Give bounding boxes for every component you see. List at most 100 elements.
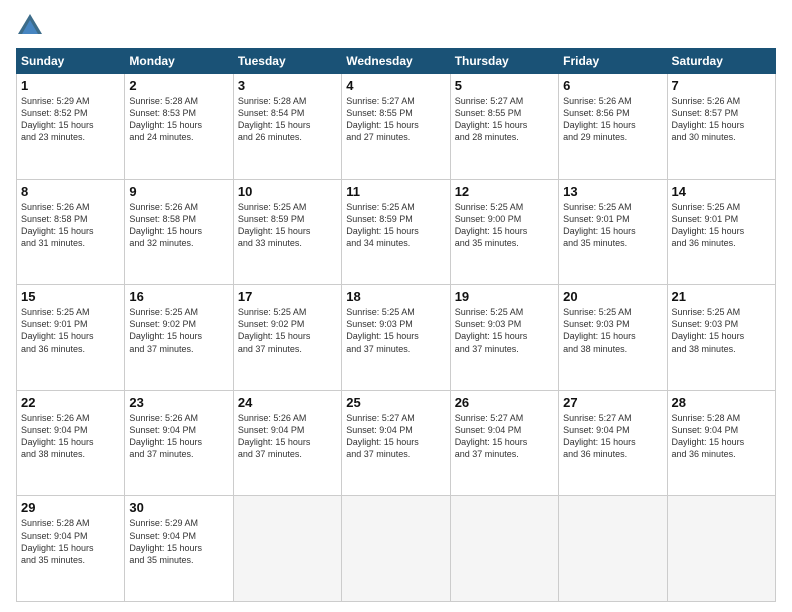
header-cell-friday: Friday — [559, 49, 667, 74]
calendar-cell: 20Sunrise: 5:25 AM Sunset: 9:03 PM Dayli… — [559, 285, 667, 391]
day-detail: Sunrise: 5:25 AM Sunset: 9:03 PM Dayligh… — [455, 306, 554, 355]
day-detail: Sunrise: 5:25 AM Sunset: 9:01 PM Dayligh… — [672, 201, 771, 250]
day-detail: Sunrise: 5:26 AM Sunset: 8:58 PM Dayligh… — [21, 201, 120, 250]
calendar-cell: 18 Sunrise: 5:25 AM Sunset: 9:03 PM Dayli… — [342, 285, 450, 391]
day-detail: Sunrise: 5:25 AM Sunset: 9:03 PM Dayligh… — [346, 306, 445, 355]
calendar-cell: 26Sunrise: 5:27 AM Sunset: 9:04 PM Dayli… — [450, 390, 558, 496]
day-detail: Sunrise: 5:25 AM Sunset: 9:02 PM Dayligh… — [238, 306, 337, 355]
day-detail: Sunrise: 5:26 AM Sunset: 8:58 PM Dayligh… — [129, 201, 228, 250]
calendar-cell: 9 Sunrise: 5:26 AM Sunset: 8:58 PM Daylig… — [125, 179, 233, 285]
calendar-cell: 8 Sunrise: 5:26 AM Sunset: 8:58 PM Daylig… — [17, 179, 125, 285]
day-number: 12 — [455, 184, 554, 199]
calendar-cell: 29 Sunrise: 5:28 AM Sunset: 9:04 PM Dayli… — [17, 496, 125, 602]
calendar-cell: 24 Sunrise: 5:26 AM Sunset: 9:04 PM Dayli… — [233, 390, 341, 496]
day-detail: Sunrise: 5:26 AM Sunset: 9:04 PM Dayligh… — [21, 412, 120, 461]
calendar-cell: 22 Sunrise: 5:26 AM Sunset: 9:04 PM Dayli… — [17, 390, 125, 496]
day-detail: Sunrise: 5:26 AM Sunset: 9:04 PM Dayligh… — [238, 412, 337, 461]
calendar-cell: 2 Sunrise: 5:28 AM Sunset: 8:53 PM Daylig… — [125, 74, 233, 180]
day-detail: Sunrise: 5:28 AM Sunset: 9:04 PM Dayligh… — [21, 517, 120, 566]
calendar-cell: 7 Sunrise: 5:26 AM Sunset: 8:57 PM Daylig… — [667, 74, 775, 180]
calendar-cell: 27 Sunrise: 5:27 AM Sunset: 9:04 PM Dayli… — [559, 390, 667, 496]
day-detail: Sunrise: 5:29 AM Sunset: 9:04 PM Dayligh… — [129, 517, 228, 566]
calendar-table: SundayMondayTuesdayWednesdayThursdayFrid… — [16, 48, 776, 602]
calendar-cell: 15Sunrise: 5:25 AM Sunset: 9:01 PM Dayli… — [17, 285, 125, 391]
calendar-week-0: 1 Sunrise: 5:29 AM Sunset: 8:52 PM Daylig… — [17, 74, 776, 180]
day-detail: Sunrise: 5:25 AM Sunset: 9:00 PM Dayligh… — [455, 201, 554, 250]
calendar-cell: 21 Sunrise: 5:25 AM Sunset: 9:03 PM Dayli… — [667, 285, 775, 391]
logo — [16, 12, 46, 40]
calendar-cell — [233, 496, 341, 602]
day-detail: Sunrise: 5:27 AM Sunset: 9:04 PM Dayligh… — [563, 412, 662, 461]
day-detail: Sunrise: 5:27 AM Sunset: 8:55 PM Dayligh… — [346, 95, 445, 144]
calendar-cell: 3 Sunrise: 5:28 AM Sunset: 8:54 PM Daylig… — [233, 74, 341, 180]
day-detail: Sunrise: 5:27 AM Sunset: 8:55 PM Dayligh… — [455, 95, 554, 144]
calendar-body: 1 Sunrise: 5:29 AM Sunset: 8:52 PM Daylig… — [17, 74, 776, 602]
day-number: 23 — [129, 395, 228, 410]
day-detail: Sunrise: 5:25 AM Sunset: 9:01 PM Dayligh… — [21, 306, 120, 355]
calendar-cell — [559, 496, 667, 602]
header-row: SundayMondayTuesdayWednesdayThursdayFrid… — [17, 49, 776, 74]
day-number: 27 — [563, 395, 662, 410]
calendar-cell — [667, 496, 775, 602]
day-number: 25 — [346, 395, 445, 410]
calendar-cell — [342, 496, 450, 602]
day-number: 13 — [563, 184, 662, 199]
day-detail: Sunrise: 5:25 AM Sunset: 9:03 PM Dayligh… — [672, 306, 771, 355]
calendar-cell: 12 Sunrise: 5:25 AM Sunset: 9:00 PM Dayli… — [450, 179, 558, 285]
calendar-week-4: 29 Sunrise: 5:28 AM Sunset: 9:04 PM Dayli… — [17, 496, 776, 602]
day-number: 4 — [346, 78, 445, 93]
calendar-cell: 14Sunrise: 5:25 AM Sunset: 9:01 PM Dayli… — [667, 179, 775, 285]
day-number: 26 — [455, 395, 554, 410]
calendar-cell — [450, 496, 558, 602]
calendar-cell: 13 Sunrise: 5:25 AM Sunset: 9:01 PM Dayli… — [559, 179, 667, 285]
day-detail: Sunrise: 5:25 AM Sunset: 8:59 PM Dayligh… — [346, 201, 445, 250]
day-number: 18 — [346, 289, 445, 304]
day-number: 28 — [672, 395, 771, 410]
calendar-cell: 10Sunrise: 5:25 AM Sunset: 8:59 PM Dayli… — [233, 179, 341, 285]
day-detail: Sunrise: 5:28 AM Sunset: 9:04 PM Dayligh… — [672, 412, 771, 461]
day-detail: Sunrise: 5:26 AM Sunset: 8:57 PM Dayligh… — [672, 95, 771, 144]
day-detail: Sunrise: 5:26 AM Sunset: 9:04 PM Dayligh… — [129, 412, 228, 461]
day-number: 20 — [563, 289, 662, 304]
day-number: 7 — [672, 78, 771, 93]
day-number: 9 — [129, 184, 228, 199]
day-number: 24 — [238, 395, 337, 410]
day-number: 8 — [21, 184, 120, 199]
calendar-cell: 25Sunrise: 5:27 AM Sunset: 9:04 PM Dayli… — [342, 390, 450, 496]
day-number: 11 — [346, 184, 445, 199]
day-detail: Sunrise: 5:28 AM Sunset: 8:54 PM Dayligh… — [238, 95, 337, 144]
day-number: 21 — [672, 289, 771, 304]
day-number: 5 — [455, 78, 554, 93]
header-cell-thursday: Thursday — [450, 49, 558, 74]
day-number: 1 — [21, 78, 120, 93]
day-number: 30 — [129, 500, 228, 515]
calendar-cell: 6 Sunrise: 5:26 AM Sunset: 8:56 PM Daylig… — [559, 74, 667, 180]
calendar-cell: 17 Sunrise: 5:25 AM Sunset: 9:02 PM Dayli… — [233, 285, 341, 391]
header-cell-sunday: Sunday — [17, 49, 125, 74]
header-cell-tuesday: Tuesday — [233, 49, 341, 74]
calendar-cell: 4 Sunrise: 5:27 AM Sunset: 8:55 PM Daylig… — [342, 74, 450, 180]
day-detail: Sunrise: 5:26 AM Sunset: 8:56 PM Dayligh… — [563, 95, 662, 144]
calendar-cell: 11 Sunrise: 5:25 AM Sunset: 8:59 PM Dayli… — [342, 179, 450, 285]
day-number: 19 — [455, 289, 554, 304]
page: SundayMondayTuesdayWednesdayThursdayFrid… — [0, 0, 792, 612]
header — [16, 12, 776, 40]
calendar-cell: 16Sunrise: 5:25 AM Sunset: 9:02 PM Dayli… — [125, 285, 233, 391]
day-number: 22 — [21, 395, 120, 410]
day-number: 6 — [563, 78, 662, 93]
calendar-week-2: 15Sunrise: 5:25 AM Sunset: 9:01 PM Dayli… — [17, 285, 776, 391]
day-detail: Sunrise: 5:29 AM Sunset: 8:52 PM Dayligh… — [21, 95, 120, 144]
calendar-cell: 23 Sunrise: 5:26 AM Sunset: 9:04 PM Dayli… — [125, 390, 233, 496]
day-number: 17 — [238, 289, 337, 304]
header-cell-saturday: Saturday — [667, 49, 775, 74]
day-number: 29 — [21, 500, 120, 515]
day-number: 3 — [238, 78, 337, 93]
logo-icon — [16, 12, 44, 40]
day-detail: Sunrise: 5:25 AM Sunset: 9:01 PM Dayligh… — [563, 201, 662, 250]
day-detail: Sunrise: 5:28 AM Sunset: 8:53 PM Dayligh… — [129, 95, 228, 144]
day-number: 16 — [129, 289, 228, 304]
day-detail: Sunrise: 5:25 AM Sunset: 8:59 PM Dayligh… — [238, 201, 337, 250]
calendar-header: SundayMondayTuesdayWednesdayThursdayFrid… — [17, 49, 776, 74]
day-number: 2 — [129, 78, 228, 93]
header-cell-wednesday: Wednesday — [342, 49, 450, 74]
